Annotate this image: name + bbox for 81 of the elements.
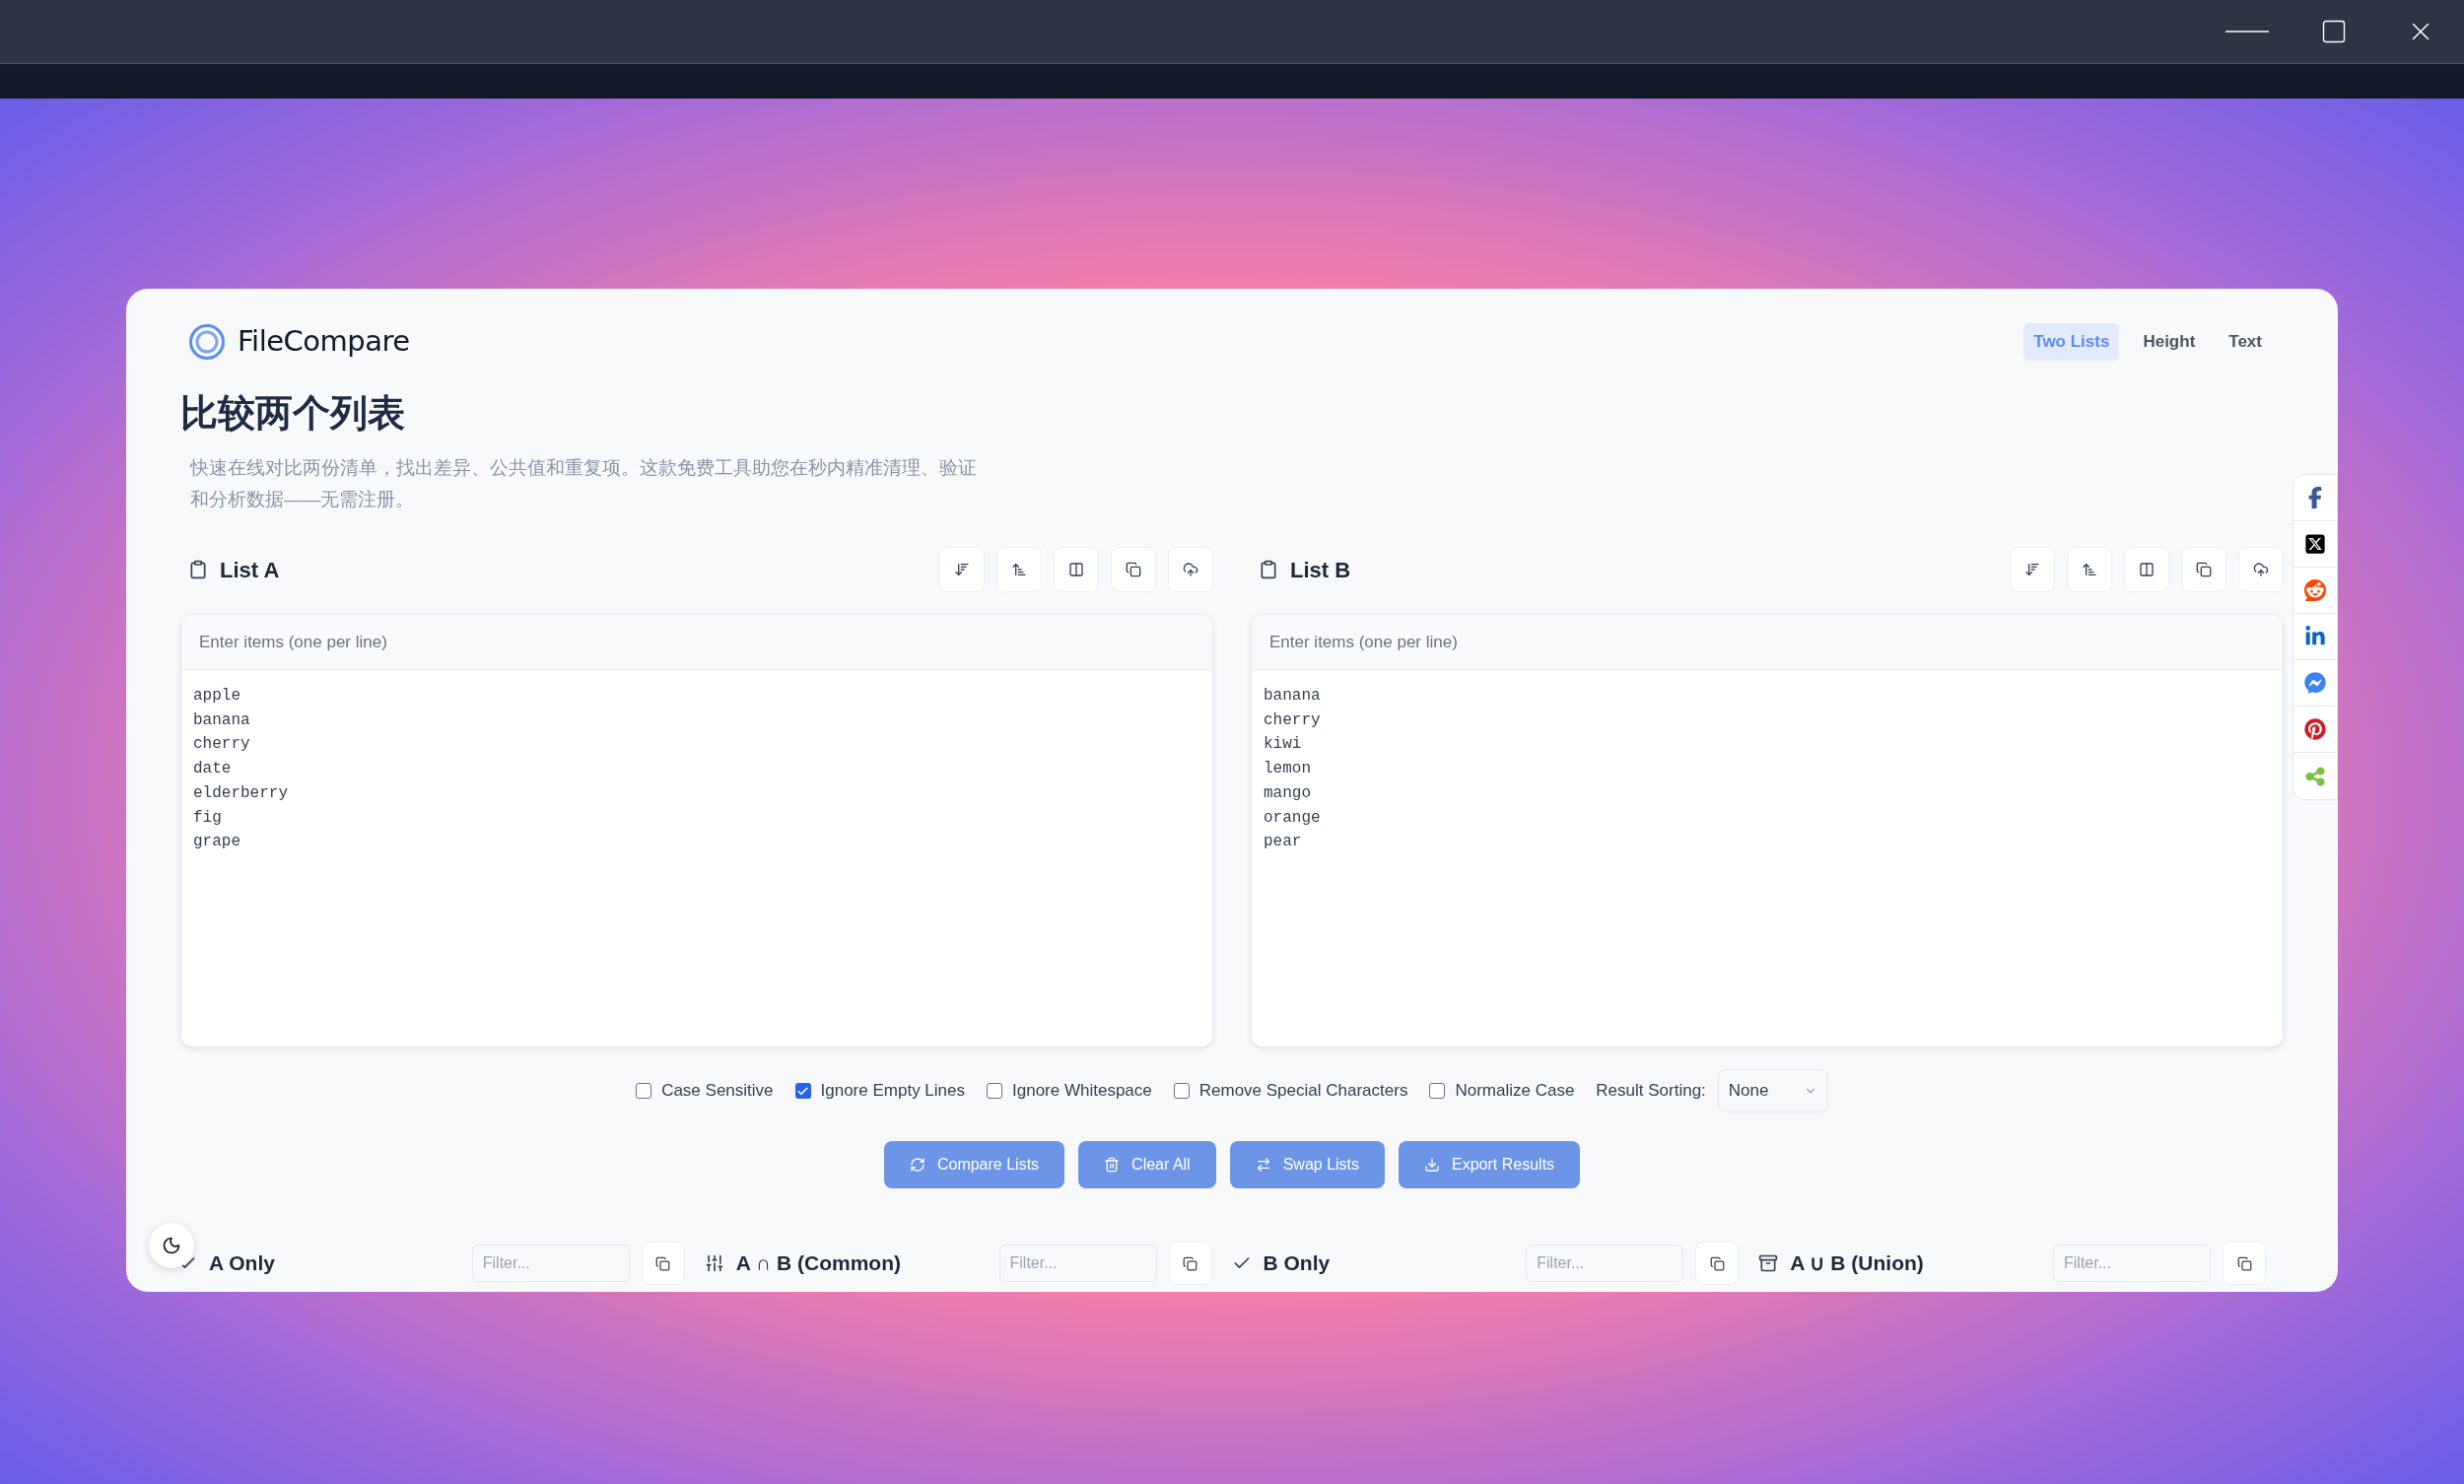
option-label: Normalize Case bbox=[1455, 1080, 1575, 1103]
input-hint: Enter items (one per line) bbox=[199, 631, 387, 653]
nav-tab[interactable]: Text bbox=[2219, 323, 2272, 361]
copy-button[interactable] bbox=[641, 1242, 685, 1285]
list-editor[interactable]: Enter items (one per line) apple banana cherry date elderberry fig grape bbox=[180, 614, 1213, 1047]
upload-button[interactable] bbox=[2238, 547, 2284, 592]
columns-icon bbox=[1068, 562, 1084, 577]
messenger-icon bbox=[2304, 672, 2326, 694]
checkbox[interactable] bbox=[794, 1083, 811, 1099]
upload-icon bbox=[1183, 562, 1198, 577]
upload-icon bbox=[2253, 562, 2269, 577]
copy-icon bbox=[1183, 1255, 1198, 1271]
checkbox[interactable] bbox=[987, 1083, 1002, 1099]
clipboard-icon bbox=[1259, 560, 1278, 579]
upload-button[interactable] bbox=[1168, 547, 1213, 592]
sliders-icon bbox=[704, 1253, 724, 1273]
filter-input-field[interactable]: Filter... bbox=[998, 1245, 1157, 1282]
result-title: A ∩ B (Common) bbox=[735, 1250, 901, 1277]
share-icon bbox=[2304, 765, 2326, 787]
filter-input-field[interactable]: Filter... bbox=[2053, 1245, 2211, 1282]
copy-icon bbox=[2236, 1255, 2252, 1271]
input-hint: Enter items (one per line) bbox=[1269, 631, 1458, 653]
filter-input-field[interactable]: Filter... bbox=[471, 1245, 630, 1282]
copy-icon bbox=[1126, 562, 1141, 577]
sort-ascending-button[interactable] bbox=[996, 547, 1042, 592]
logo-icon bbox=[188, 323, 226, 361]
x-icon bbox=[2304, 533, 2326, 555]
list-title: List A bbox=[220, 556, 280, 584]
copy-button[interactable] bbox=[1168, 1242, 1212, 1285]
sort-ascending-icon bbox=[2082, 562, 2097, 577]
dark-mode-button[interactable] bbox=[149, 1223, 194, 1268]
list-title: List B bbox=[1290, 556, 1351, 584]
trash-icon bbox=[1104, 1157, 1121, 1173]
copy-button[interactable] bbox=[2181, 547, 2226, 592]
copy-button[interactable] bbox=[1111, 547, 1156, 592]
option-label: Ignore Empty Lines bbox=[820, 1080, 965, 1103]
list-editor[interactable]: Enter items (one per line) banana cherry kiwi lemon mango orange pear bbox=[1251, 614, 2284, 1047]
result-title: A ∪ B (Union) bbox=[1790, 1250, 1924, 1277]
list-input-field[interactable]: banana cherry kiwi lemon mango orange pear bbox=[1252, 670, 2283, 1046]
nav-tab[interactable]: Height bbox=[2133, 323, 2206, 361]
checkbox[interactable] bbox=[1429, 1083, 1446, 1099]
refresh-icon bbox=[909, 1157, 925, 1173]
result-title: B Only bbox=[1263, 1250, 1331, 1277]
sort-descending-button[interactable] bbox=[939, 547, 985, 592]
copy-icon bbox=[655, 1255, 671, 1271]
linkedin-icon bbox=[2304, 626, 2326, 647]
page-heading: 比较两个列表 bbox=[180, 391, 406, 436]
copy-button[interactable] bbox=[1695, 1242, 1740, 1285]
swap-arrows-icon bbox=[1255, 1157, 1271, 1173]
option-label: Ignore Whitespace bbox=[1012, 1080, 1152, 1103]
option-label: Case Sensitive bbox=[661, 1080, 774, 1103]
page-description: 快速在线对比两份清单，找出差异、公共值和重复项。这款免费工具助您在秒内精准清理、验证和分析数据——无需注册。 bbox=[190, 456, 978, 511]
sort-descending-icon bbox=[954, 562, 970, 577]
columns-button[interactable] bbox=[1054, 547, 1099, 592]
sort-descending-button[interactable] bbox=[2010, 547, 2055, 592]
columns-icon bbox=[2139, 562, 2155, 577]
minimize-icon bbox=[2225, 31, 2269, 33]
box-icon bbox=[1758, 1253, 1779, 1273]
sort-ascending-icon bbox=[1011, 562, 1027, 577]
reddit-icon bbox=[2304, 579, 2326, 601]
maximize-icon bbox=[2320, 18, 2348, 45]
copy-icon bbox=[1709, 1255, 1725, 1271]
check-icon bbox=[796, 1084, 810, 1098]
filter-input-field[interactable]: Filter... bbox=[1526, 1245, 1684, 1282]
pinterest-icon bbox=[2304, 718, 2326, 740]
option-label: Remove Special Characters bbox=[1198, 1080, 1408, 1103]
checkbox[interactable] bbox=[636, 1083, 652, 1099]
moon-icon bbox=[162, 1236, 181, 1255]
checkbox[interactable] bbox=[1173, 1083, 1190, 1099]
logo-text: FileCompare bbox=[238, 323, 410, 361]
result-title: A Only bbox=[209, 1250, 275, 1277]
sort-ascending-button[interactable] bbox=[2067, 547, 2112, 592]
sorting-dropdown[interactable]: None bbox=[1717, 1069, 1828, 1113]
sorting-label: Result Sorting: bbox=[1596, 1080, 1706, 1103]
download-icon bbox=[1424, 1157, 1441, 1173]
sort-descending-icon bbox=[2024, 562, 2040, 577]
copy-icon bbox=[2196, 562, 2212, 577]
copy-button[interactable] bbox=[2223, 1242, 2266, 1285]
columns-button[interactable] bbox=[2124, 547, 2169, 592]
list-input-field[interactable]: apple banana cherry date elderberry fig grape bbox=[181, 670, 1212, 1046]
clipboard-icon bbox=[188, 560, 208, 579]
